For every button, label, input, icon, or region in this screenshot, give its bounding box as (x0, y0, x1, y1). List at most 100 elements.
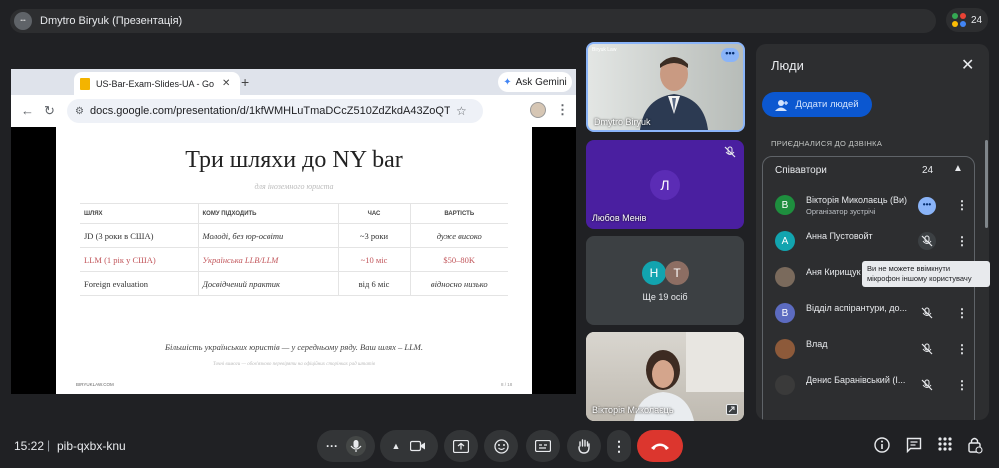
people-panel: Люди ✕ Додати людей ПРИЄДНАЛИСЯ ДО ДЗВІН… (756, 44, 989, 420)
participants-button[interactable]: 24 (946, 8, 988, 32)
kebab-menu-icon[interactable]: ⋮ (956, 232, 968, 250)
gemini-sparkle-icon: ✦ (503, 76, 512, 88)
table-header: ВАРТІСТЬ (409, 203, 508, 224)
reload-icon[interactable]: ↻ (44, 103, 55, 119)
table-cell: Молоді, без юр-освіти (197, 223, 338, 248)
tile-watermark-label: Biryuk Law (592, 47, 617, 53)
avatar (775, 339, 795, 359)
raise-hand-button[interactable] (567, 430, 601, 462)
bookmark-star-icon[interactable]: ☆ (456, 104, 467, 118)
browser-toolbar: ← ↻ ⚙ docs.google.com/presentation/d/1kf… (11, 95, 576, 127)
avatar: Н (642, 261, 666, 285)
kebab-menu-icon[interactable]: ⋮ (956, 376, 968, 394)
kebab-menu-icon[interactable]: ⋮ (956, 196, 968, 214)
clock: 15:22 (14, 439, 45, 453)
new-tab-icon[interactable]: + (241, 74, 249, 90)
kebab-menu-icon[interactable]: ⋮ (956, 304, 968, 322)
meeting-code: pib-qxbx-knu (57, 439, 126, 453)
profile-avatar[interactable] (530, 102, 546, 118)
table-row: JD (3 роки в США) Молоді, без юр-освіти … (80, 223, 508, 248)
list-item[interactable]: Влад ⋮ (763, 331, 974, 367)
leave-call-button[interactable] (637, 430, 683, 462)
back-arrow-icon[interactable]: ← (21, 103, 34, 118)
tile-name: Вікторія Миколаєць (592, 405, 674, 415)
add-people-label: Додати людей (795, 99, 859, 110)
avatar: Т (665, 261, 689, 285)
host-controls-lock-icon[interactable] (967, 436, 983, 454)
address-bar[interactable]: ⚙ docs.google.com/presentation/d/1kfWMHL… (67, 99, 483, 123)
add-person-icon (775, 99, 789, 111)
shared-screen: US-Bar-Exam-Slides-UA - Go ✕ + ✦ Ask Gem… (11, 69, 576, 394)
slide-title: Три шляхи до NY bar (185, 147, 403, 173)
captions-button[interactable] (526, 430, 560, 462)
ask-gemini-button[interactable]: ✦ Ask Gemini (498, 72, 572, 92)
mic-off-icon[interactable] (918, 232, 936, 250)
avatar: В (775, 195, 795, 215)
pin-tile-icon[interactable] (726, 404, 738, 415)
table-header: КОМУ ПІДХОДИТЬ (197, 203, 338, 224)
paths-table: ШЛЯХ КОМУ ПІДХОДИТЬ ЧАС ВАРТІСТЬ JD (3 р… (80, 203, 508, 296)
table-cell: від 6 міс (337, 271, 410, 296)
reactions-button[interactable] (484, 430, 518, 462)
table-cell: дуже високо (409, 223, 508, 248)
panel-title: Люди (771, 58, 804, 73)
more-options-icon[interactable]: ••• (918, 197, 936, 215)
present-button[interactable] (444, 430, 478, 462)
slide-footer-text: Більшість українських юристів — у середн… (164, 342, 424, 352)
tile-options-icon[interactable]: ••• (721, 48, 739, 62)
activities-grid-icon[interactable] (938, 437, 952, 451)
slide-brand: BIRYUKLAW.COM (76, 382, 114, 387)
slide-subtitle: для іноземного юриста (254, 182, 334, 191)
list-item[interactable]: А Анна Пустовойт ⋮ (763, 223, 974, 259)
person-role: Організатор зустрічі (806, 207, 876, 216)
table-header-row: ШЛЯХ КОМУ ПІДХОДИТЬ ЧАС ВАРТІСТЬ (80, 203, 508, 224)
slide-note: Точні вимоги — обов'язково перевіряти на… (212, 362, 376, 367)
mic-off-icon[interactable] (918, 376, 936, 394)
tab-close-icon[interactable]: ✕ (222, 78, 230, 89)
chat-icon[interactable] (906, 437, 922, 453)
table-cell: ~10 міс (337, 247, 410, 272)
table-cell: LLM (1 рік у США) (80, 247, 198, 272)
video-tile-dmytro[interactable]: Biryuk Law ••• Dmytro Biryuk (586, 42, 745, 132)
camera-icon[interactable] (410, 440, 426, 452)
mic-control[interactable]: ··· (317, 430, 375, 462)
phone-hangup-icon (651, 443, 669, 450)
person-name: Відділ аспірантури, до... (806, 303, 908, 313)
list-item[interactable]: В Відділ аспірантури, до... ⋮ (763, 295, 974, 331)
more-options-button[interactable]: ⋮ (607, 430, 631, 462)
meeting-info-icon[interactable] (874, 437, 890, 453)
slides-favicon-icon (80, 77, 90, 90)
avatar: Л (650, 170, 680, 200)
mic-off-icon (724, 146, 736, 158)
table-cell: $50–80K (409, 247, 508, 272)
avatar: В (775, 303, 795, 323)
video-tile-viktoria[interactable]: Вікторія Миколаєць (586, 332, 744, 421)
table-cell: Досвідчений практик (197, 271, 338, 296)
avatar (775, 375, 795, 395)
presenter-label: Dmytro Biryuk (Презентація) (40, 15, 183, 27)
browser-menu-icon[interactable]: ⋮ (556, 102, 569, 118)
kebab-menu-icon[interactable]: ⋮ (956, 340, 968, 358)
panel-scrollbar[interactable] (985, 140, 988, 228)
presenter-avatar: ••• (14, 12, 32, 30)
browser-tab[interactable]: US-Bar-Exam-Slides-UA - Go ✕ (74, 72, 240, 95)
table-cell: Foreign evaluation (80, 271, 198, 296)
video-tile-lyubov[interactable]: Л Любов Менів (586, 140, 744, 229)
avatar: А (775, 231, 795, 251)
video-tile-others[interactable]: Н Т Ще 19 осіб (586, 236, 744, 325)
mic-icon[interactable] (346, 436, 366, 456)
joined-section-label: ПРИЄДНАЛИСЯ ДО ДЗВІНКА (771, 139, 883, 148)
chevron-up-icon[interactable]: ▲ (953, 163, 963, 174)
site-info-icon[interactable]: ⚙ (75, 106, 84, 117)
list-item[interactable]: В Вікторія Миколаєць (Ви) Організатор зу… (763, 187, 974, 223)
close-icon[interactable]: ✕ (961, 55, 974, 75)
mic-off-icon[interactable] (918, 304, 936, 322)
camera-control[interactable]: ▲ (380, 430, 438, 462)
chevron-up-icon[interactable]: ▲ (392, 441, 401, 451)
table-header: ЧАС (337, 203, 410, 224)
add-people-button[interactable]: Додати людей (762, 92, 872, 117)
audio-options-icon[interactable]: ··· (326, 439, 338, 453)
list-item[interactable]: Денис Баранівський (І... ⋮ (763, 367, 974, 403)
participants-icon (951, 13, 966, 27)
mic-off-icon[interactable] (918, 340, 936, 358)
